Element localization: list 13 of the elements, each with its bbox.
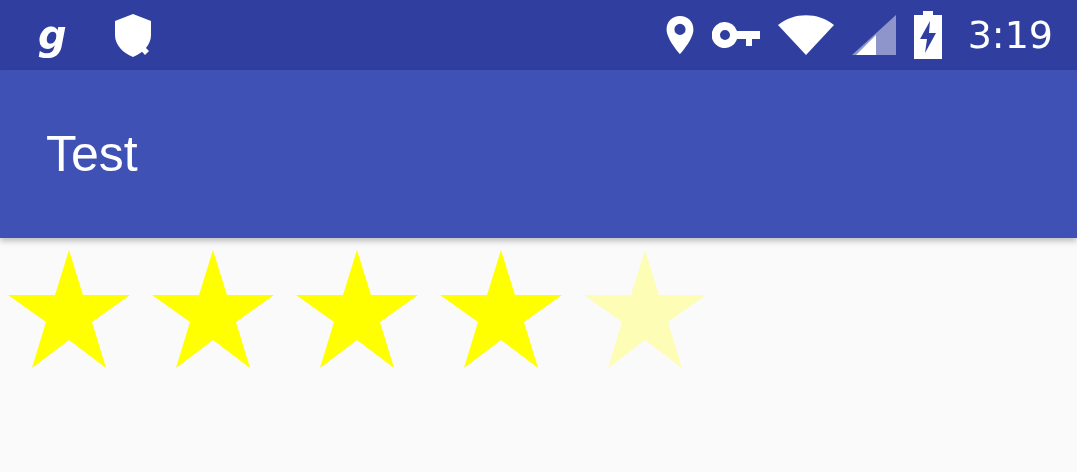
clock-time: 3:19 [967, 13, 1053, 57]
star-icon [440, 250, 562, 368]
key-icon [711, 22, 760, 48]
battery-charging-icon [913, 11, 942, 59]
rating-bar[interactable] [8, 250, 706, 368]
location-icon [665, 16, 694, 54]
wifi-icon [777, 15, 834, 55]
app-title: Test [46, 125, 138, 183]
star-icon [152, 250, 274, 368]
star-icon [296, 250, 418, 368]
signal-icon [851, 15, 896, 55]
star-icon [584, 250, 706, 368]
star-icon [8, 250, 130, 368]
